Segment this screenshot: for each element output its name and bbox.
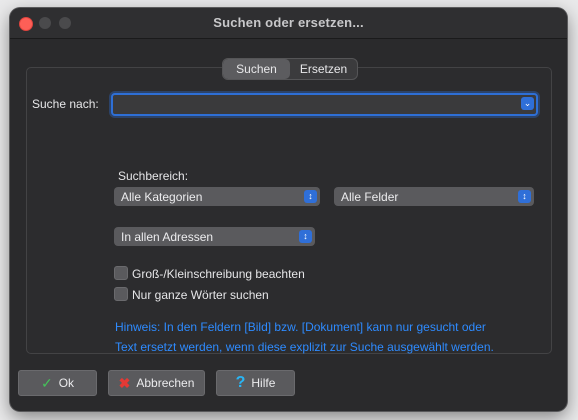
- checkmark-icon: ✓: [40, 375, 53, 391]
- field-select[interactable]: Alle Felder ↕: [334, 187, 534, 206]
- whole-words-checkbox[interactable]: [114, 287, 128, 301]
- whole-words-label: Nur ganze Wörter suchen: [132, 288, 269, 302]
- tab-bar: Suchen Ersetzen: [222, 58, 358, 80]
- dialog-window: Suchen oder ersetzen... Suchen Ersetzen …: [10, 8, 567, 411]
- search-combobox[interactable]: ⌄: [111, 93, 538, 116]
- category-select-value: Alle Kategorien: [121, 189, 203, 204]
- ok-button[interactable]: ✓ Ok: [18, 370, 97, 396]
- field-select-value: Alle Felder: [341, 189, 399, 204]
- hint-text: Hinweis: In den Feldern [Bild] bzw. [Dok…: [115, 317, 535, 357]
- question-mark-icon: ?: [235, 374, 246, 391]
- tab-suchen[interactable]: Suchen: [223, 59, 290, 79]
- scope-label: Suchbereich:: [118, 169, 189, 183]
- address-select-value: In allen Adressen: [121, 229, 214, 244]
- search-label: Suche nach:: [32, 97, 99, 111]
- updown-chevron-icon: ↕: [304, 190, 317, 203]
- tab-ersetzen[interactable]: Ersetzen: [290, 59, 357, 79]
- case-sensitive-checkbox[interactable]: [114, 266, 128, 280]
- help-button-label: Hilfe: [251, 376, 276, 390]
- window-title: Suchen oder ersetzen...: [213, 15, 364, 30]
- updown-chevron-icon: ↕: [518, 190, 531, 203]
- ok-button-label: Ok: [58, 376, 75, 390]
- title-bar: Suchen oder ersetzen...: [10, 8, 567, 39]
- case-sensitive-label: Groß-/Kleinschreibung beachten: [132, 267, 305, 281]
- cancel-button-label: Abbrechen: [136, 376, 195, 390]
- hint-line-2: Text ersetzt werden, wenn diese explizit…: [115, 340, 494, 354]
- x-icon: ✖: [118, 375, 131, 391]
- cancel-button[interactable]: ✖ Abbrechen: [108, 370, 205, 396]
- chevron-down-icon[interactable]: ⌄: [521, 97, 534, 110]
- address-select[interactable]: In allen Adressen ↕: [114, 227, 315, 246]
- hint-line-1: Hinweis: In den Feldern [Bild] bzw. [Dok…: [115, 320, 486, 334]
- category-select[interactable]: Alle Kategorien ↕: [114, 187, 320, 206]
- updown-chevron-icon: ↕: [299, 230, 312, 243]
- help-button[interactable]: ? Hilfe: [216, 370, 295, 396]
